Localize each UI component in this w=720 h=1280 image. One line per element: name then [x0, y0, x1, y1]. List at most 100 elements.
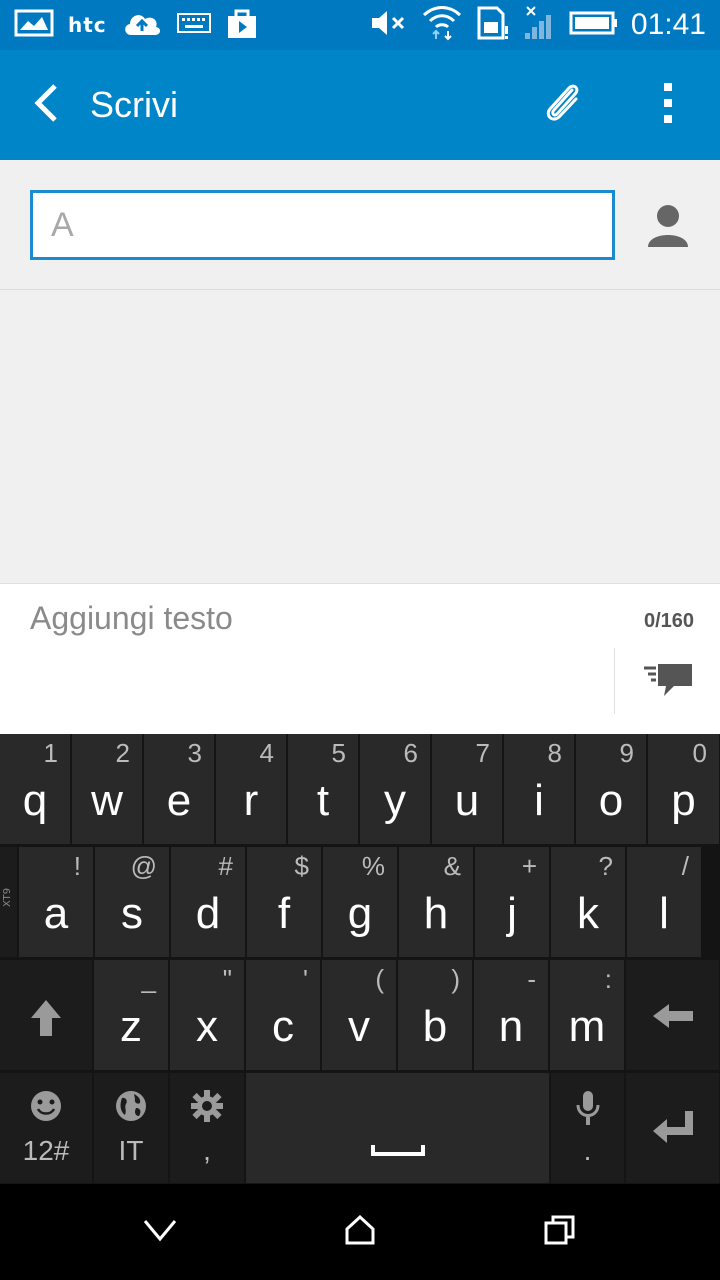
key-v[interactable]: (v: [322, 960, 397, 1071]
key-q[interactable]: 1q: [0, 734, 71, 845]
key-hint: %: [361, 851, 385, 881]
shift-key[interactable]: [0, 960, 93, 1071]
key-label: r: [243, 776, 259, 825]
conversation-area: [0, 290, 720, 584]
paperclip-icon: [542, 82, 582, 129]
key-hint: 3: [187, 738, 202, 768]
key-a[interactable]: ! a: [19, 847, 94, 958]
backspace-arrow-icon: [626, 1002, 719, 1030]
keyboard-row-1: 1q2w3e4r5t6y7u8i9o0p: [0, 734, 720, 845]
key-label: w: [91, 776, 123, 825]
recents-icon: [544, 1214, 576, 1251]
key-hint: ": [222, 964, 232, 994]
key-k[interactable]: ? k: [551, 847, 626, 958]
key-e[interactable]: 3e: [144, 734, 215, 845]
recipient-input[interactable]: [51, 205, 594, 245]
key-m[interactable]: :m: [550, 960, 625, 1071]
key-label: y: [384, 776, 406, 825]
key-label: d: [195, 889, 221, 938]
key-hint: 9: [619, 738, 634, 768]
battery-icon: [569, 10, 619, 41]
key-l[interactable]: / l: [627, 847, 702, 958]
space-bar-icon: [246, 1143, 549, 1157]
key-label: c: [272, 1002, 294, 1051]
space-key[interactable]: [246, 1073, 550, 1184]
chevron-down-icon: [142, 1218, 178, 1247]
key-label: i: [534, 776, 544, 825]
key-h[interactable]: & h: [399, 847, 474, 958]
key-hint: -: [527, 964, 536, 994]
key-hint: 0: [692, 738, 707, 768]
nav-home-button[interactable]: [320, 1202, 400, 1262]
key-label: m: [568, 1002, 606, 1051]
backspace-key[interactable]: [626, 960, 720, 1071]
key-hint: ?: [598, 851, 613, 881]
key-o[interactable]: 9o: [576, 734, 647, 845]
key-label: f: [277, 889, 291, 938]
key-y[interactable]: 6y: [360, 734, 431, 845]
key-hint: ': [303, 964, 308, 994]
key-label: q: [22, 776, 48, 825]
enter-return-icon: [626, 1109, 719, 1145]
key-n[interactable]: -n: [474, 960, 549, 1071]
nav-back-button[interactable]: [120, 1202, 200, 1262]
send-message-icon: [642, 662, 694, 705]
key-f[interactable]: $ f: [247, 847, 322, 958]
gear-icon: [170, 1089, 244, 1123]
settings-sub-label: ,: [203, 1135, 211, 1166]
key-hint: ): [451, 964, 460, 994]
nav-recents-button[interactable]: [520, 1202, 600, 1262]
voice-input-key[interactable]: .: [551, 1073, 625, 1184]
contact-picker-button[interactable]: [640, 200, 696, 256]
key-label: k: [577, 889, 599, 938]
settings-key[interactable]: ,: [170, 1073, 245, 1184]
language-key[interactable]: IT: [94, 1073, 169, 1184]
key-x[interactable]: " x: [170, 960, 245, 1071]
cloud-upload-icon: [121, 7, 163, 44]
key-label: p: [671, 776, 696, 825]
mic-sub-label: .: [583, 1135, 592, 1166]
key-i[interactable]: 8i: [504, 734, 575, 845]
xt9-label: XT9: [2, 887, 13, 907]
key-label: u: [454, 776, 480, 825]
key-hint: 7: [475, 738, 490, 768]
sim-alert-icon: [475, 4, 509, 47]
key-d[interactable]: # d: [171, 847, 246, 958]
keyboard-icon: [176, 12, 211, 39]
emoji-symbols-key[interactable]: 12#: [0, 1073, 93, 1184]
key-hint: :: [604, 964, 612, 994]
key-z[interactable]: _ z: [94, 960, 169, 1071]
key-label: t: [316, 776, 330, 825]
key-j[interactable]: + j: [475, 847, 550, 958]
key-hint: (: [375, 964, 384, 994]
key-r[interactable]: 4r: [216, 734, 287, 845]
soft-keyboard: 1q2w3e4r5t6y7u8i9o0p XT9 ! a @ s # d $ f% g & h + j?…: [0, 734, 720, 1184]
key-u[interactable]: 7u: [432, 734, 503, 845]
overflow-menu-button[interactable]: [640, 50, 696, 160]
home-icon: [344, 1214, 376, 1250]
key-c[interactable]: ' c: [246, 960, 321, 1071]
smiley-icon: [0, 1089, 92, 1123]
key-s[interactable]: @ s: [95, 847, 170, 958]
key-t[interactable]: 5t: [288, 734, 359, 845]
microphone-icon: [551, 1089, 624, 1127]
key-p[interactable]: 0p: [648, 734, 720, 845]
language-label: IT: [118, 1135, 144, 1166]
key-hint: @: [130, 851, 157, 881]
chevron-left-icon: [31, 83, 61, 128]
status-bar: htc 01:41: [0, 0, 720, 50]
attach-button[interactable]: [530, 50, 594, 160]
page-title: Scrivi: [90, 84, 178, 125]
key-label: x: [196, 1002, 218, 1051]
key-g[interactable]: % g: [323, 847, 398, 958]
back-button[interactable]: [6, 50, 86, 160]
key-label: s: [121, 889, 143, 938]
message-input[interactable]: Aggiungi testo: [30, 600, 590, 637]
keyboard-row-4: 12# IT , .: [0, 1073, 720, 1184]
key-w[interactable]: 2w: [72, 734, 143, 845]
enter-key[interactable]: [626, 1073, 720, 1184]
key-hint: 4: [259, 738, 274, 768]
key-b[interactable]: ) b: [398, 960, 473, 1071]
send-button[interactable]: [636, 658, 700, 708]
recipient-field[interactable]: [30, 190, 615, 260]
